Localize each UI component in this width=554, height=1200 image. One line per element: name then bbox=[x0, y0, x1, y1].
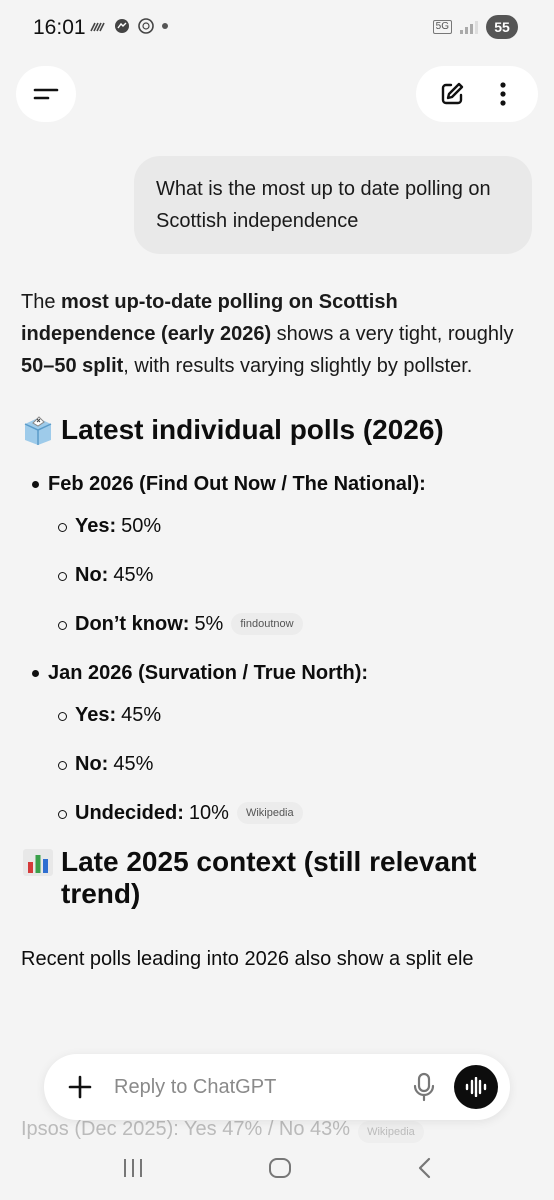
source-chip[interactable]: Wikipedia bbox=[236, 802, 303, 824]
result-label: No: bbox=[75, 564, 109, 586]
system-icons: 5G 55 bbox=[432, 15, 518, 39]
assistant-message: The most up-to-date polling on Scottish … bbox=[21, 286, 521, 975]
missed-call-icon bbox=[90, 22, 105, 32]
notification-icons bbox=[89, 17, 169, 35]
reply-input[interactable]: Reply to ChatGPT bbox=[114, 1076, 404, 1099]
status-bar: 16:01 5G 55 bbox=[0, 0, 554, 56]
signal-strength-icon bbox=[460, 20, 478, 34]
result-value: 10% bbox=[188, 802, 229, 824]
poll-item: Jan 2026 (Survation / True North): Yes: 4… bbox=[21, 657, 521, 829]
system-navigation-bar bbox=[0, 1140, 554, 1200]
voice-mode-button[interactable] bbox=[454, 1065, 498, 1109]
home-icon bbox=[269, 1157, 291, 1178]
poll-result-row: No: 45% bbox=[21, 559, 521, 591]
result-value: 45% bbox=[113, 753, 154, 775]
bar-chart-icon bbox=[23, 849, 53, 876]
poll-result-row: Yes: 50% bbox=[21, 510, 521, 542]
intro-text: shows a very tight, roughly bbox=[271, 323, 514, 345]
result-value: 5% bbox=[194, 613, 224, 635]
status-time: 16:01 bbox=[33, 16, 86, 39]
top-actions bbox=[416, 66, 538, 122]
waveform-icon bbox=[465, 1077, 487, 1097]
dictate-button[interactable] bbox=[404, 1067, 444, 1107]
home-button[interactable] bbox=[267, 1157, 293, 1184]
kebab-menu-icon bbox=[499, 82, 506, 106]
edit-icon bbox=[441, 82, 463, 105]
more-notifications-dot-icon bbox=[162, 23, 168, 29]
user-message-bubble: What is the most up to date polling on S… bbox=[134, 156, 532, 254]
poll-title: Feb 2026 (Find Out Now / The National): bbox=[21, 468, 521, 500]
poll-item: Feb 2026 (Find Out Now / The National): … bbox=[21, 468, 521, 640]
back-button[interactable] bbox=[415, 1156, 433, 1185]
result-value: 45% bbox=[121, 704, 162, 726]
result-label: Yes: bbox=[75, 515, 117, 537]
recent-apps-icon bbox=[124, 1158, 142, 1177]
network-type-icon: 5G bbox=[432, 20, 452, 34]
result-label: Don’t know: bbox=[75, 613, 190, 635]
sidebar-menu-button[interactable] bbox=[16, 66, 76, 122]
ballot-box-icon bbox=[24, 416, 52, 445]
section-heading-latest-polls: Latest individual polls (2026) bbox=[21, 414, 521, 446]
polls-list: Feb 2026 (Find Out Now / The National): … bbox=[21, 468, 521, 829]
result-value: 45% bbox=[113, 564, 154, 586]
poll-result-row: No: 45% bbox=[21, 748, 521, 780]
messenger-icon bbox=[115, 19, 129, 33]
battery-indicator: 55 bbox=[486, 15, 518, 39]
recent-apps-button[interactable] bbox=[121, 1157, 145, 1184]
chatgpt-icon bbox=[138, 18, 154, 34]
plus-icon bbox=[68, 1075, 92, 1099]
trend-paragraph: Recent polls leading into 2026 also show… bbox=[21, 948, 474, 970]
faded-text: Ipsos (Dec 2025): Yes 47% / No 43% bbox=[21, 1118, 351, 1140]
result-label: Undecided: bbox=[75, 802, 184, 824]
intro-bold-text: 50–50 split bbox=[21, 355, 124, 377]
poll-result-row: Yes: 45% bbox=[21, 699, 521, 731]
menu-icon bbox=[33, 88, 59, 100]
message-composer: Reply to ChatGPT bbox=[44, 1054, 510, 1120]
section-title: Latest individual polls (2026) bbox=[61, 414, 444, 445]
poll-result-row: Undecided: 10% Wikipedia bbox=[21, 797, 521, 829]
new-chat-button[interactable] bbox=[432, 74, 472, 114]
intro-text: , with results varying slightly by polls… bbox=[123, 355, 473, 377]
microphone-icon bbox=[413, 1072, 435, 1102]
poll-result-row: Don’t know: 5% findoutnow bbox=[21, 608, 521, 640]
section-title: Late 2025 context (still relevant trend) bbox=[61, 846, 477, 909]
poll-results: Yes: 50% No: 45% Don’t know: 5% findoutnow bbox=[21, 510, 521, 640]
section-heading-late-2025: Late 2025 context (still relevant trend) bbox=[21, 846, 521, 910]
result-label: No: bbox=[75, 753, 109, 775]
source-chip[interactable]: findoutnow bbox=[231, 613, 303, 635]
poll-results: Yes: 45% No: 45% Undecided: 10% Wikipedia bbox=[21, 699, 521, 829]
poll-title: Jan 2026 (Survation / True North): bbox=[21, 657, 521, 689]
attach-button[interactable] bbox=[62, 1069, 98, 1105]
intro-text: The bbox=[21, 291, 62, 313]
more-options-button[interactable] bbox=[483, 74, 523, 114]
back-icon bbox=[418, 1157, 431, 1178]
result-value: 50% bbox=[121, 515, 162, 537]
result-label: Yes: bbox=[75, 704, 117, 726]
intro-paragraph: The most up-to-date polling on Scottish … bbox=[21, 286, 521, 382]
